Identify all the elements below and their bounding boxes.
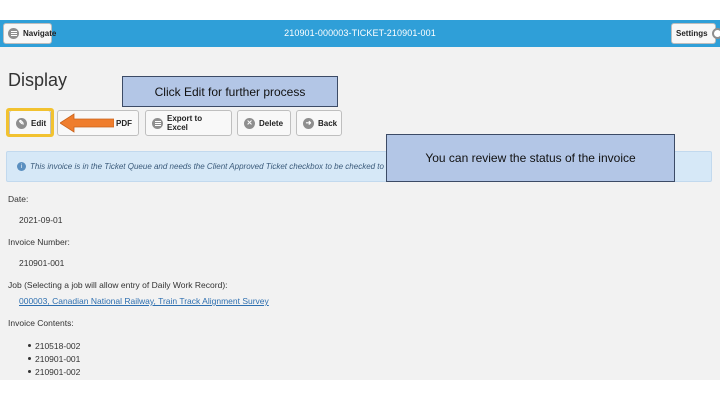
edit-label: Edit [31,118,47,128]
pdf-label: PDF [116,118,132,128]
invoice-contents-label: Invoice Contents: [8,318,74,328]
export-label: Export to Excel [167,114,203,132]
date-label: Date: [8,194,29,204]
list-icon [152,117,163,129]
invoice-contents-list: 210518-002 210901-001 210901-002 [28,339,80,378]
date-value: 2021-09-01 [19,215,63,225]
app-frame [0,20,720,380]
job-label: Job (Selecting a job will allow entry of… [8,280,228,290]
status-hint-callout: You can review the status of the invoice [386,134,675,182]
page-title: Display [8,70,68,90]
page-header-title: 210901-000003-TICKET-210901-001 [284,28,436,38]
info-icon: i [17,162,26,171]
back-arrow-icon: ➜ [303,117,314,129]
invoice-number-label: Invoice Number: [8,237,70,247]
invoice-number-value: 210901-001 [19,258,65,268]
list-item: 210901-001 [28,352,80,365]
gear-icon [711,28,720,39]
orange-arrow-icon [60,113,114,133]
back-button[interactable]: ➜ Back [296,110,342,136]
pencil-icon: ✎ [16,117,27,129]
settings-label: Settings [676,29,708,38]
list-item: 210518-002 [28,339,80,352]
settings-button[interactable]: Settings [671,23,720,44]
delete-button[interactable]: ✕ Delete [237,110,291,136]
edit-hint-callout: Click Edit for further process [122,76,338,107]
back-label: Back [318,118,338,128]
job-link[interactable]: 000003, Canadian National Railway, Train… [19,296,269,306]
x-circle-icon: ✕ [244,117,255,129]
delete-label: Delete [259,118,284,128]
edit-button[interactable]: ✎ Edit [9,110,51,136]
list-item: 210901-002 [28,365,80,378]
alert-message: This invoice is in the Ticket Queue and … [30,162,418,171]
export-excel-button[interactable]: Export to Excel [145,110,232,136]
